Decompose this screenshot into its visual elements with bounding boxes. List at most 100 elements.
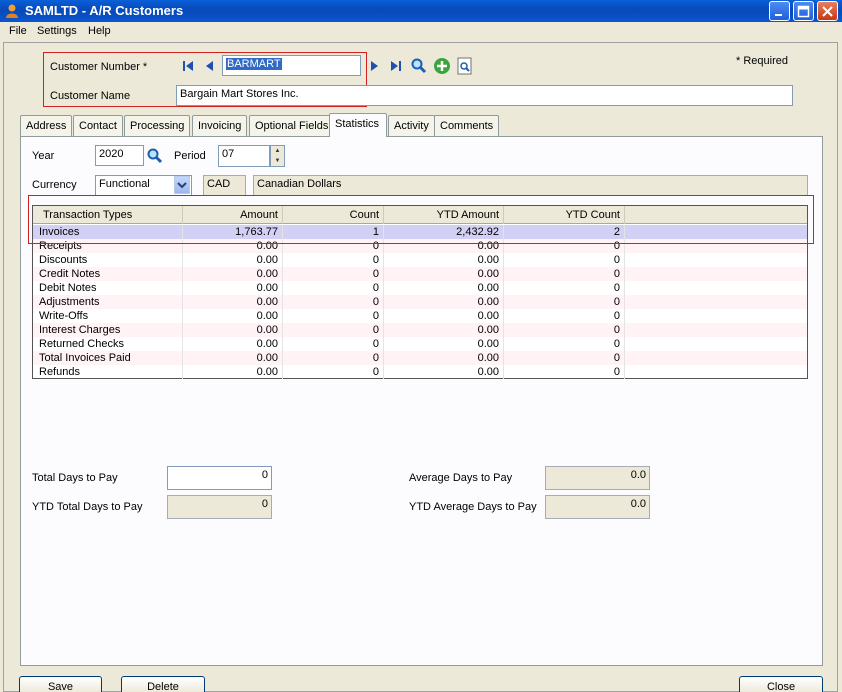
cell-amount: 0.00 xyxy=(183,281,283,295)
cell-ytd-amount: 0.00 xyxy=(384,253,504,267)
cell-count: 0 xyxy=(283,351,384,365)
cell-count: 0 xyxy=(283,337,384,351)
table-row[interactable]: Total Invoices Paid 0.00 0 0.00 0 xyxy=(33,351,807,365)
last-record-button[interactable] xyxy=(388,58,404,74)
menu-help[interactable]: Help xyxy=(88,25,111,37)
avg-days-label: Average Days to Pay xyxy=(409,472,513,484)
period-label: Period xyxy=(174,150,206,162)
delete-button[interactable]: Delete xyxy=(121,676,205,692)
cell-count: 0 xyxy=(283,281,384,295)
cell-ytd-amount: 0.00 xyxy=(384,295,504,309)
next-icon xyxy=(371,61,378,71)
cell-count: 0 xyxy=(283,365,384,379)
previous-record-button[interactable] xyxy=(202,58,218,74)
close-window-button[interactable] xyxy=(817,1,838,21)
cell-transaction-type: Discounts xyxy=(33,253,183,267)
cell-ytd-count: 0 xyxy=(504,253,625,267)
maximize-button[interactable] xyxy=(793,1,814,21)
cell-ytd-count: 0 xyxy=(504,295,625,309)
minimize-button[interactable] xyxy=(769,1,790,21)
close-icon xyxy=(822,6,833,17)
customer-number-input[interactable]: BARMART xyxy=(222,55,361,76)
cell-transaction-type: Total Invoices Paid xyxy=(33,351,183,365)
cell-ytd-count: 0 xyxy=(504,337,625,351)
currency-name-field: Canadian Dollars xyxy=(253,175,808,196)
cell-ytd-count: 0 xyxy=(504,323,625,337)
table-row[interactable]: Refunds 0.00 0 0.00 0 xyxy=(33,365,807,379)
search-icon xyxy=(411,58,427,74)
table-row[interactable]: Credit Notes 0.00 0 0.00 0 xyxy=(33,267,807,281)
table-row[interactable]: Write-Offs 0.00 0 0.00 0 xyxy=(33,309,807,323)
cell-count: 0 xyxy=(283,295,384,309)
cell-amount: 0.00 xyxy=(183,309,283,323)
tab-comments[interactable]: Comments xyxy=(434,115,500,137)
cell-ytd-count: 0 xyxy=(504,309,625,323)
cell-ytd-amount: 0.00 xyxy=(384,309,504,323)
cell-ytd-count: 0 xyxy=(504,267,625,281)
cell-transaction-type: Debit Notes xyxy=(33,281,183,295)
cell-count: 0 xyxy=(283,267,384,281)
cell-amount: 0.00 xyxy=(183,323,283,337)
last-icon xyxy=(391,61,401,71)
cell-ytd-amount: 0.00 xyxy=(384,323,504,337)
chevron-down-icon xyxy=(177,182,187,189)
currency-dropdown-button[interactable] xyxy=(174,176,190,194)
window-title: SAMLTD - A/R Customers xyxy=(25,3,184,18)
title-bar[interactable]: SAMLTD - A/R Customers xyxy=(0,0,842,22)
table-row[interactable]: Discounts 0.00 0 0.00 0 xyxy=(33,253,807,267)
cell-ytd-count: 0 xyxy=(504,351,625,365)
period-input[interactable]: 07 xyxy=(218,145,270,167)
menu-bar: File Settings Help xyxy=(0,22,842,42)
search-icon xyxy=(147,148,163,164)
table-row[interactable]: Returned Checks 0.00 0 0.00 0 xyxy=(33,337,807,351)
total-days-input[interactable]: 0 xyxy=(167,466,272,490)
maximize-icon xyxy=(797,5,810,18)
avg-days-field: 0.0 xyxy=(545,466,650,490)
cell-amount: 0.00 xyxy=(183,351,283,365)
cell-transaction-type: Write-Offs xyxy=(33,309,183,323)
tab-contact[interactable]: Contact xyxy=(73,115,123,137)
year-label: Year xyxy=(32,150,55,162)
save-button[interactable]: Save xyxy=(19,676,102,692)
first-icon xyxy=(183,61,193,71)
year-input[interactable]: 2020 xyxy=(95,145,144,166)
year-finder-button[interactable] xyxy=(146,147,163,164)
tab-processing[interactable]: Processing xyxy=(124,115,191,137)
cell-amount: 0.00 xyxy=(183,337,283,351)
tab-activity[interactable]: Activity xyxy=(388,115,435,137)
first-record-button[interactable] xyxy=(180,58,196,74)
customer-name-input[interactable]: Bargain Mart Stores Inc. xyxy=(176,85,793,106)
cell-ytd-amount: 0.00 xyxy=(384,281,504,295)
spin-down-icon[interactable]: ▼ xyxy=(271,156,284,166)
table-row[interactable]: Debit Notes 0.00 0 0.00 0 xyxy=(33,281,807,295)
customer-number-label: Customer Number * xyxy=(50,61,148,73)
tab-address[interactable]: Address xyxy=(20,115,73,137)
ytd-total-days-label: YTD Total Days to Pay xyxy=(32,501,143,513)
next-record-button[interactable] xyxy=(366,58,382,74)
menu-file[interactable]: File xyxy=(9,25,27,37)
menu-settings[interactable]: Settings xyxy=(37,25,77,37)
tab-invoicing[interactable]: Invoicing xyxy=(192,115,248,137)
zoom-button[interactable] xyxy=(456,57,472,75)
cell-amount: 0.00 xyxy=(183,253,283,267)
new-record-button[interactable] xyxy=(433,57,450,74)
table-row[interactable]: Adjustments 0.00 0 0.00 0 xyxy=(33,295,807,309)
required-note: * Required xyxy=(736,55,788,67)
cell-transaction-type: Returned Checks xyxy=(33,337,183,351)
invoice-row-highlight-box xyxy=(28,195,814,244)
cell-transaction-type: Adjustments xyxy=(33,295,183,309)
spin-up-icon[interactable]: ▲ xyxy=(271,146,284,156)
currency-code-field: CAD xyxy=(203,175,246,196)
cell-ytd-count: 0 xyxy=(504,281,625,295)
ytd-total-days-field: 0 xyxy=(167,495,272,519)
period-spinner[interactable]: ▲ ▼ xyxy=(270,145,285,167)
ytd-avg-days-label: YTD Average Days to Pay xyxy=(409,501,537,513)
table-row[interactable]: Interest Charges 0.00 0 0.00 0 xyxy=(33,323,807,337)
tab-optional-fields[interactable]: Optional Fields xyxy=(249,115,335,137)
close-button[interactable]: Close xyxy=(739,676,823,692)
total-days-label: Total Days to Pay xyxy=(32,472,118,484)
finder-button[interactable] xyxy=(410,57,427,74)
tab-statistics[interactable]: Statistics xyxy=(329,113,387,137)
zoom-document-icon xyxy=(457,57,472,75)
previous-icon xyxy=(206,61,213,71)
